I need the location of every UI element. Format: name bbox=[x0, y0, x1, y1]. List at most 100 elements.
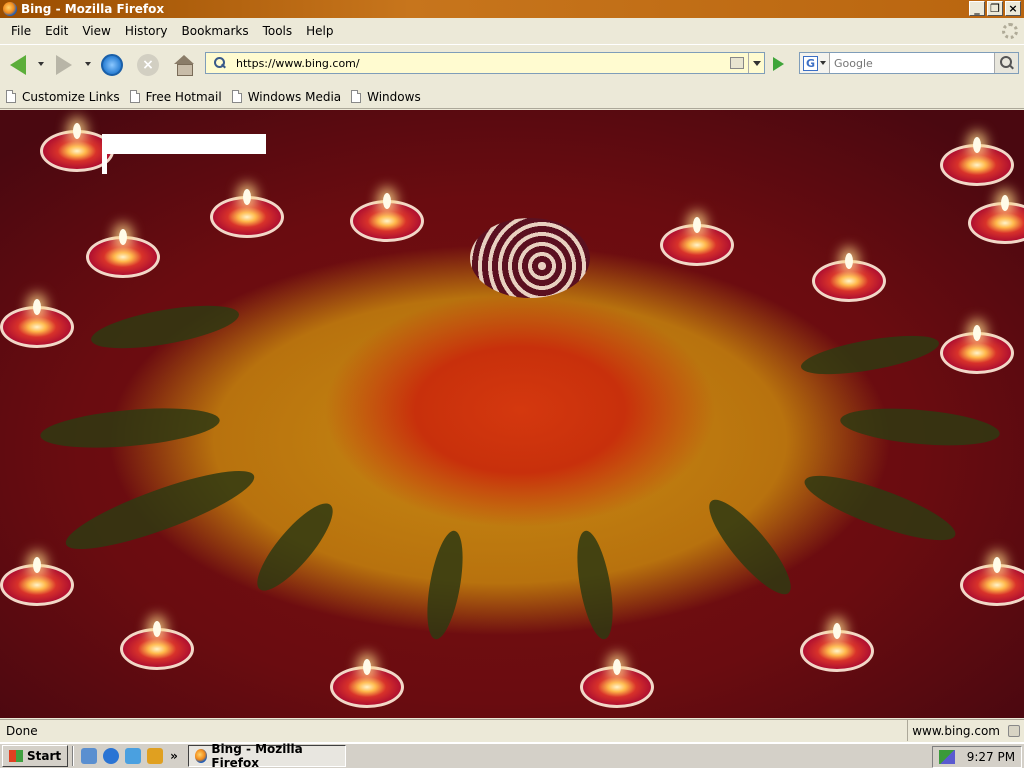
internet-explorer-icon[interactable] bbox=[103, 748, 120, 764]
bookmark-label: Customize Links bbox=[22, 89, 120, 104]
outlook-express-icon[interactable] bbox=[125, 748, 142, 764]
firefox-icon bbox=[194, 749, 208, 763]
leaf-decoration bbox=[798, 328, 942, 382]
google-icon: G bbox=[803, 55, 818, 71]
leaf-decoration bbox=[88, 297, 242, 357]
diya-lamp bbox=[86, 229, 160, 278]
status-text: Done bbox=[6, 723, 38, 738]
address-bar[interactable] bbox=[205, 52, 765, 74]
diya-lamp bbox=[350, 193, 424, 242]
reload-icon bbox=[101, 54, 123, 76]
leaf-decoration bbox=[59, 457, 261, 563]
go-button[interactable] bbox=[769, 55, 787, 73]
menu-help[interactable]: Help bbox=[299, 24, 340, 38]
clock[interactable]: 9:27 PM bbox=[967, 750, 1015, 764]
search-button[interactable] bbox=[994, 53, 1018, 73]
status-bar: Done www.bing.com bbox=[0, 719, 1024, 741]
leaf-decoration bbox=[798, 463, 962, 553]
bookmark-windows[interactable]: Windows bbox=[351, 90, 421, 104]
diya-lamp bbox=[660, 217, 734, 266]
start-button[interactable]: Start bbox=[2, 745, 69, 767]
media-player-icon[interactable] bbox=[147, 748, 164, 764]
menu-bar: File Edit View History Bookmarks Tools H… bbox=[0, 20, 1024, 42]
spiral-pattern bbox=[470, 218, 590, 298]
menu-history[interactable]: History bbox=[118, 24, 175, 38]
taskbar-item-firefox[interactable]: Bing - Mozilla Firefox bbox=[187, 742, 346, 768]
bookmark-label: Windows Media bbox=[247, 89, 342, 104]
quick-launch-more-button[interactable]: » bbox=[170, 749, 178, 763]
leaf-decoration bbox=[698, 490, 802, 604]
title-bar: Bing - Mozilla Firefox _ ❐ × bbox=[0, 0, 1024, 18]
menu-bookmarks[interactable]: Bookmarks bbox=[175, 24, 256, 38]
page-element-placeholder bbox=[102, 154, 107, 174]
system-tray: 9:27 PM bbox=[932, 746, 1022, 768]
window-controls: _ ❐ × bbox=[969, 1, 1021, 16]
bing-background-image bbox=[0, 110, 1024, 718]
bookmark-free-hotmail[interactable]: Free Hotmail bbox=[129, 89, 222, 104]
bookmark-windows-media[interactable]: Windows Media bbox=[231, 89, 342, 104]
home-icon bbox=[173, 55, 195, 76]
bookmark-label: Windows bbox=[367, 89, 421, 104]
back-arrow-icon bbox=[10, 55, 26, 75]
bookmark-label: Free Hotmail bbox=[145, 89, 222, 104]
diya-lamp bbox=[210, 189, 284, 238]
diya-lamp bbox=[800, 623, 874, 672]
diya-lamp bbox=[330, 659, 404, 708]
network-icon[interactable] bbox=[938, 750, 955, 764]
chevron-down-icon bbox=[752, 60, 761, 66]
stop-icon: × bbox=[137, 54, 159, 76]
close-button[interactable]: × bbox=[1005, 1, 1021, 16]
taskbar: Start » Bing - Mozilla Firefox 9:27 PM bbox=[0, 742, 1024, 768]
leaf-decoration bbox=[420, 528, 470, 642]
lock-icon[interactable] bbox=[730, 57, 744, 69]
diya-lamp bbox=[812, 253, 886, 302]
leaf-decoration bbox=[246, 493, 344, 601]
start-label: Start bbox=[27, 749, 62, 763]
menu-tools[interactable]: Tools bbox=[256, 24, 300, 38]
diya-lamp bbox=[960, 557, 1024, 606]
back-history-dropdown-icon[interactable] bbox=[38, 62, 44, 66]
divider bbox=[72, 746, 75, 766]
leaf-decoration bbox=[838, 403, 1002, 451]
forward-button[interactable] bbox=[52, 53, 76, 77]
stop-button[interactable]: × bbox=[136, 53, 160, 77]
reload-button[interactable] bbox=[100, 53, 124, 77]
diya-lamp bbox=[968, 195, 1024, 244]
url-input[interactable] bbox=[233, 56, 730, 70]
diya-lamp bbox=[940, 137, 1014, 186]
search-bar: G bbox=[799, 52, 1019, 74]
search-input[interactable] bbox=[830, 53, 994, 73]
menu-edit[interactable]: Edit bbox=[38, 24, 75, 38]
activity-throbber-icon bbox=[1002, 23, 1018, 39]
diya-lamp bbox=[0, 557, 74, 606]
chevron-down-icon bbox=[820, 61, 826, 65]
page-element-placeholder bbox=[102, 134, 266, 154]
page-icon bbox=[351, 90, 362, 103]
back-button[interactable] bbox=[6, 53, 30, 77]
menu-file[interactable]: File bbox=[4, 24, 38, 38]
go-arrow-icon bbox=[772, 57, 784, 71]
windows-logo-icon bbox=[9, 750, 23, 762]
window-title: Bing - Mozilla Firefox bbox=[21, 2, 165, 16]
diya-lamp bbox=[120, 621, 194, 670]
site-identity-icon[interactable] bbox=[213, 56, 227, 70]
diya-lamp bbox=[580, 659, 654, 708]
firefox-icon bbox=[3, 2, 17, 16]
page-icon bbox=[129, 90, 140, 103]
home-button[interactable] bbox=[172, 53, 196, 77]
leaf-decoration bbox=[570, 528, 620, 642]
url-history-dropdown[interactable] bbox=[748, 53, 764, 73]
show-desktop-icon[interactable] bbox=[81, 748, 98, 764]
minimize-button[interactable]: _ bbox=[969, 1, 985, 16]
forward-arrow-icon bbox=[56, 55, 72, 75]
menu-view[interactable]: View bbox=[75, 24, 117, 38]
security-lock-icon[interactable] bbox=[1008, 724, 1020, 737]
forward-history-dropdown-icon[interactable] bbox=[85, 62, 91, 66]
status-url: www.bing.com bbox=[907, 720, 1004, 741]
search-engine-selector[interactable]: G bbox=[800, 53, 830, 73]
maximize-button[interactable]: ❐ bbox=[987, 1, 1003, 16]
bookmark-customize-links[interactable]: Customize Links bbox=[6, 90, 120, 104]
page-icon bbox=[6, 90, 16, 103]
diya-lamp bbox=[0, 299, 74, 348]
leaf-decoration bbox=[38, 402, 222, 454]
